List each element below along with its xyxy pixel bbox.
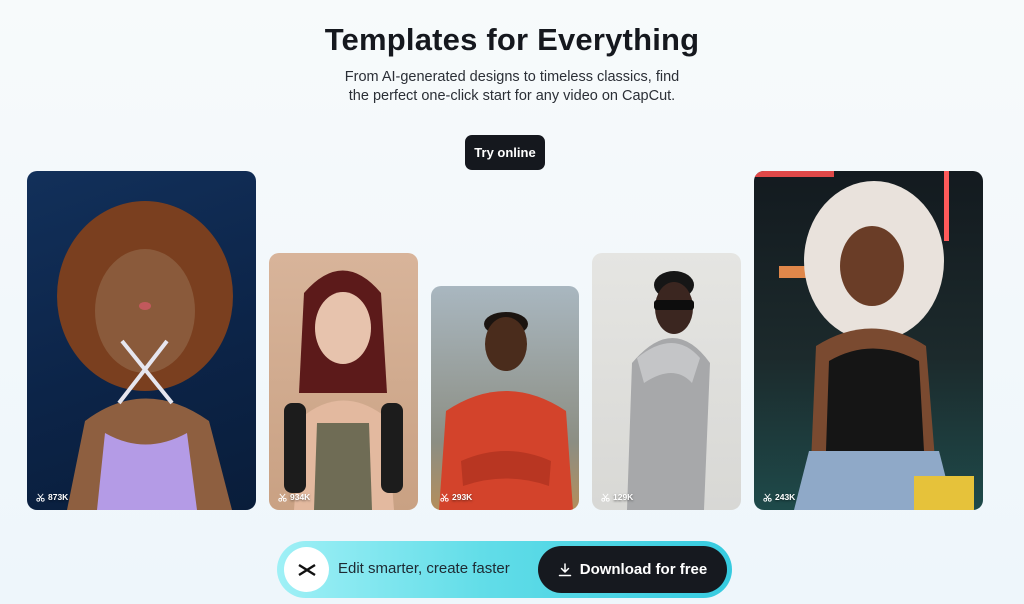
usage-count: 293K — [452, 492, 473, 502]
capcut-logo-icon — [284, 547, 329, 592]
hero-title: Templates for Everything — [324, 22, 700, 57]
template-card-3[interactable]: 293K — [431, 286, 579, 510]
download-button[interactable]: Download for free — [538, 546, 727, 593]
download-promo-bar: Edit smarter, create faster Download for… — [277, 541, 732, 598]
download-button-label: Download for free — [579, 561, 708, 578]
scissors-icon — [440, 493, 449, 502]
scissors-icon — [36, 493, 45, 502]
try-online-button[interactable]: Try online — [465, 135, 545, 170]
template-thumbnail-2 — [284, 270, 403, 510]
template-card-5[interactable]: 243K — [754, 171, 983, 510]
usage-count: 934K — [290, 492, 311, 502]
template-thumbnail-3 — [439, 312, 573, 510]
usage-stat: 934K — [278, 492, 310, 502]
usage-stat: 873K — [36, 492, 68, 502]
scissors-icon — [278, 493, 287, 502]
usage-count: 873K — [48, 492, 69, 502]
template-thumbnail-5 — [754, 171, 974, 510]
usage-stat: 243K — [763, 492, 795, 502]
promo-text: Edit smarter, create faster — [338, 560, 510, 577]
hero-subtitle: From AI-generated designs to timeless cl… — [344, 69, 680, 104]
scissors-icon — [601, 493, 610, 502]
template-card-2[interactable]: 934K — [269, 253, 418, 510]
template-card-4[interactable]: 129K — [592, 253, 741, 510]
usage-stat: 293K — [440, 492, 472, 502]
template-thumbnail-4 — [627, 271, 710, 510]
usage-stat: 129K — [601, 492, 633, 502]
usage-count: 243K — [775, 492, 796, 502]
usage-count: 129K — [613, 492, 634, 502]
template-card-1[interactable]: 873K — [27, 171, 256, 510]
template-thumbnail-1 — [57, 201, 233, 510]
download-icon — [558, 562, 571, 576]
scissors-icon — [763, 493, 772, 502]
